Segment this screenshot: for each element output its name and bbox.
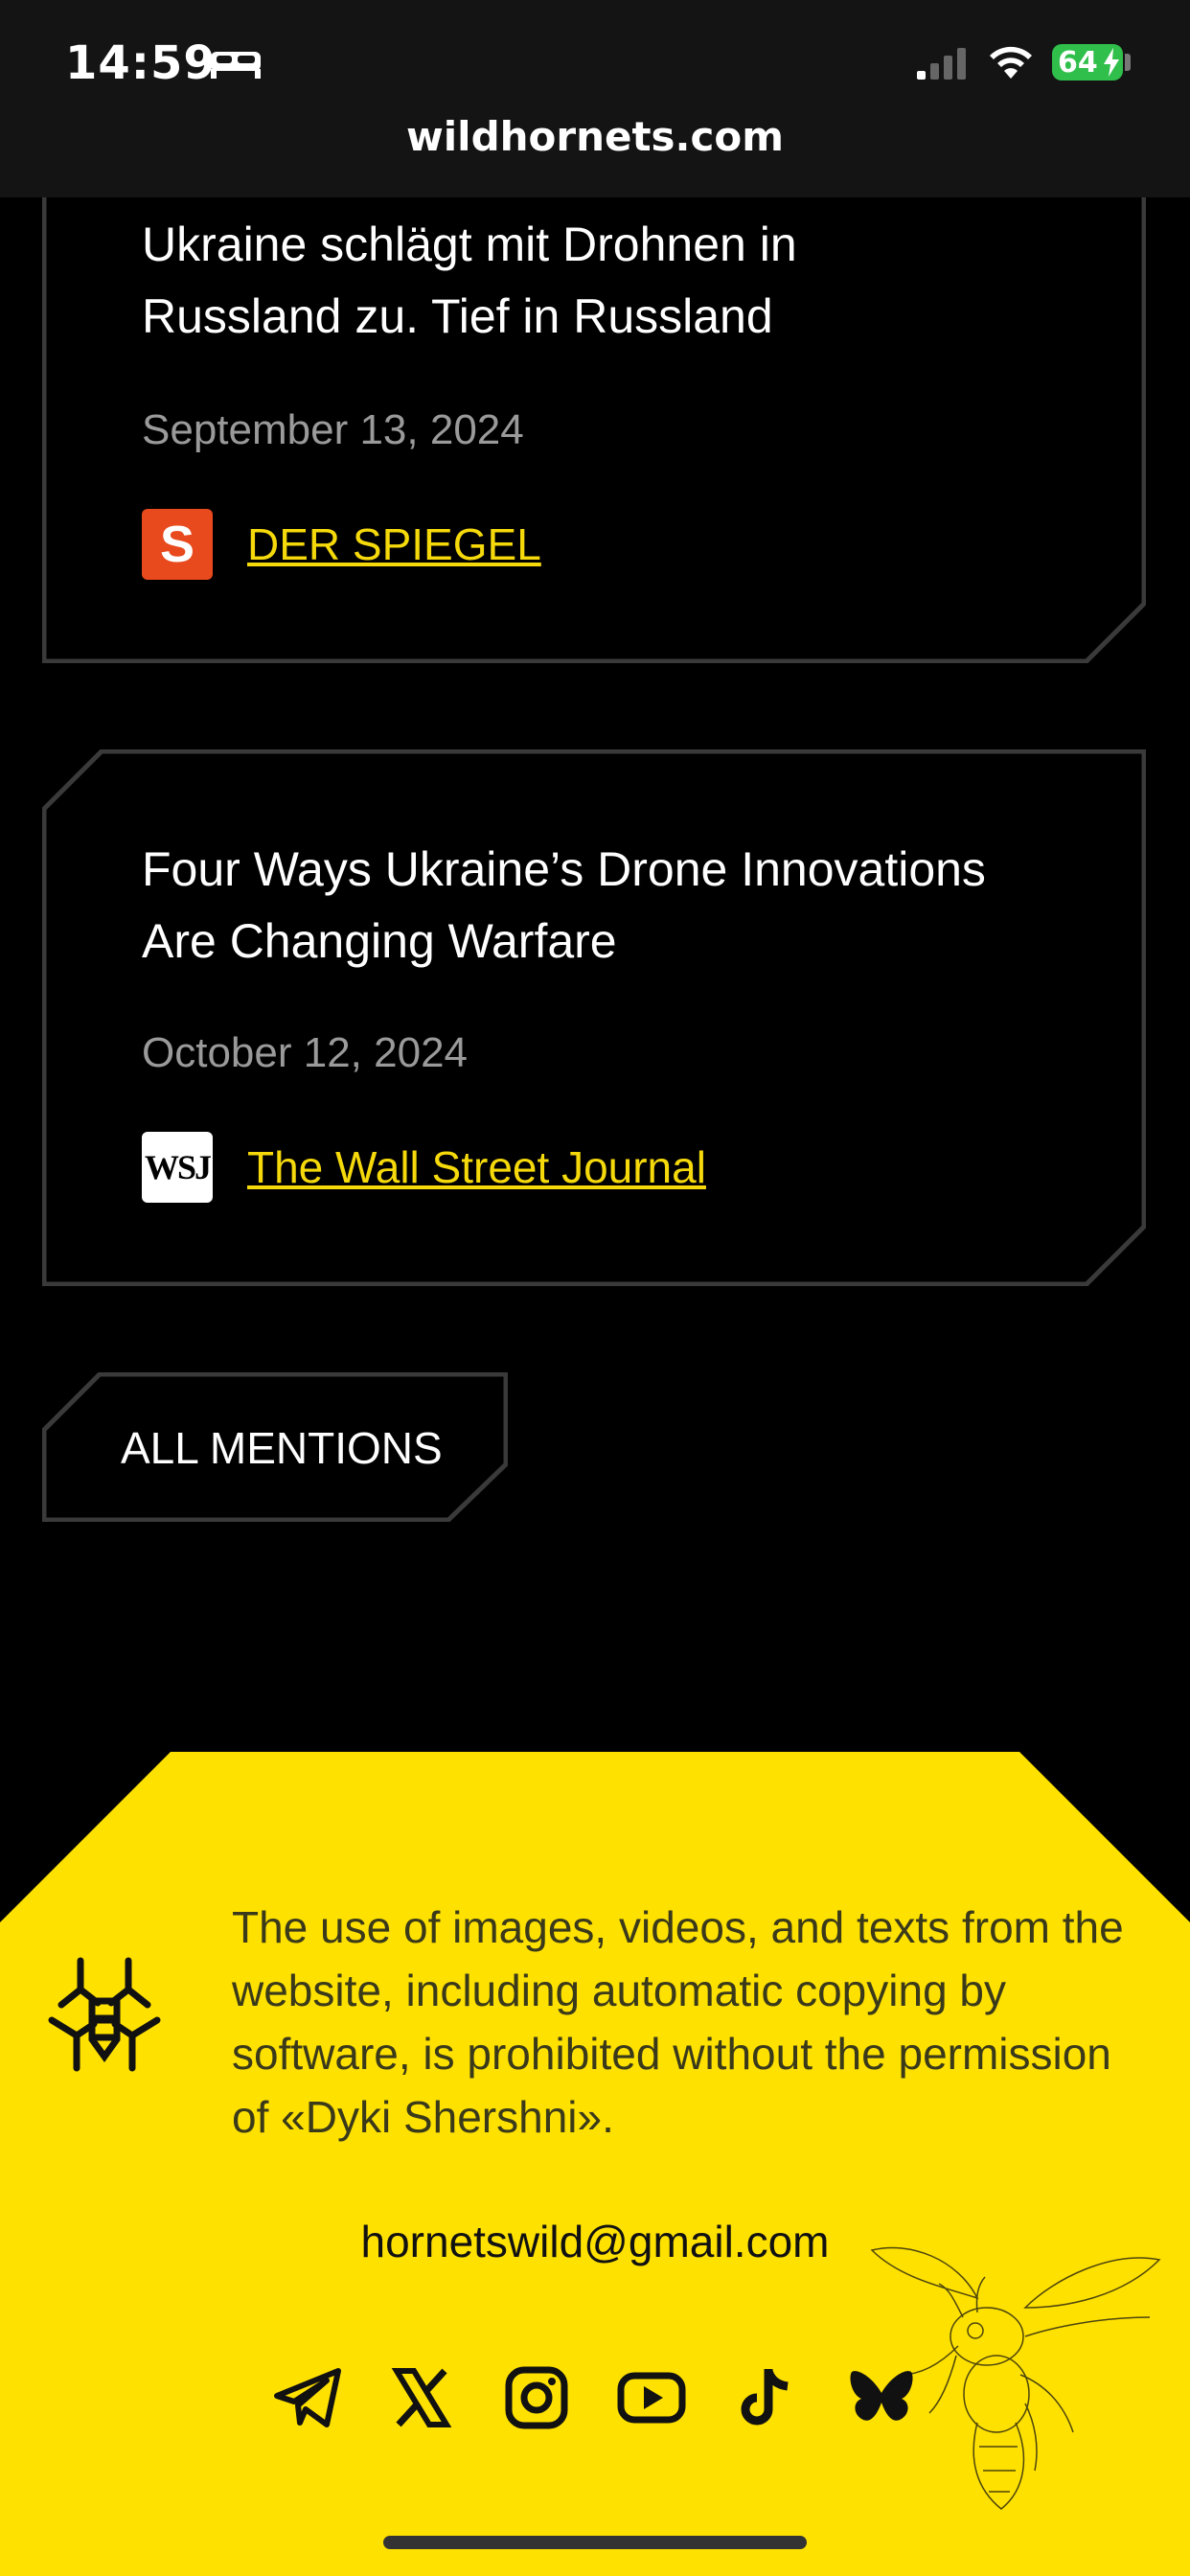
- url-bar[interactable]: wildhornets.com: [0, 113, 1190, 160]
- mention-source-link[interactable]: The Wall Street Journal: [247, 1141, 706, 1193]
- wild-hornets-logo-icon: [48, 1957, 161, 2072]
- cellular-signal-icon: [917, 48, 966, 80]
- mention-title[interactable]: Ukraine schlägt mit Drohnen in Russland …: [142, 209, 1004, 353]
- mention-date: October 12, 2024: [142, 1029, 469, 1076]
- card-frame: [42, 749, 1146, 1286]
- mention-card[interactable]: [42, 749, 1146, 1286]
- wifi-icon: [990, 46, 1032, 79]
- charging-bolt-icon: [1104, 48, 1119, 77]
- home-indicator[interactable]: [383, 2536, 807, 2549]
- all-mentions-button[interactable]: ALL MENTIONS: [42, 1372, 508, 1522]
- footer: The use of images, videos, and texts fro…: [0, 1752, 1190, 2576]
- mention-title[interactable]: Four Ways Ukraine’s Drone Innovations Ar…: [142, 834, 1004, 978]
- mention-source: WSJ The Wall Street Journal: [142, 1132, 706, 1203]
- battery-cap: [1125, 54, 1131, 71]
- mention-source: S DER SPIEGEL: [142, 509, 541, 580]
- instagram-icon[interactable]: [498, 2359, 575, 2436]
- x-icon[interactable]: [383, 2359, 460, 2436]
- wsj-logo-icon: WSJ: [142, 1132, 213, 1203]
- battery-level: 64: [1058, 45, 1098, 80]
- telegram-icon[interactable]: [270, 2359, 347, 2436]
- copyright-notice: The use of images, videos, and texts fro…: [232, 1902, 1124, 2142]
- status-time: 14:59: [65, 36, 217, 90]
- tiktok-icon[interactable]: [728, 2359, 805, 2436]
- mention-date: September 13, 2024: [142, 406, 524, 453]
- mention-source-link[interactable]: DER SPIEGEL: [247, 518, 541, 570]
- status-and-url-bar: 14:59 64 wildhornets.com: [0, 0, 1190, 197]
- hornet-illustration-icon: [870, 2246, 1161, 2510]
- all-mentions-label: ALL MENTIONS: [121, 1423, 443, 1473]
- sleep-bed-icon: [211, 52, 261, 79]
- der-spiegel-logo-icon: S: [142, 509, 213, 580]
- youtube-icon[interactable]: [613, 2359, 690, 2436]
